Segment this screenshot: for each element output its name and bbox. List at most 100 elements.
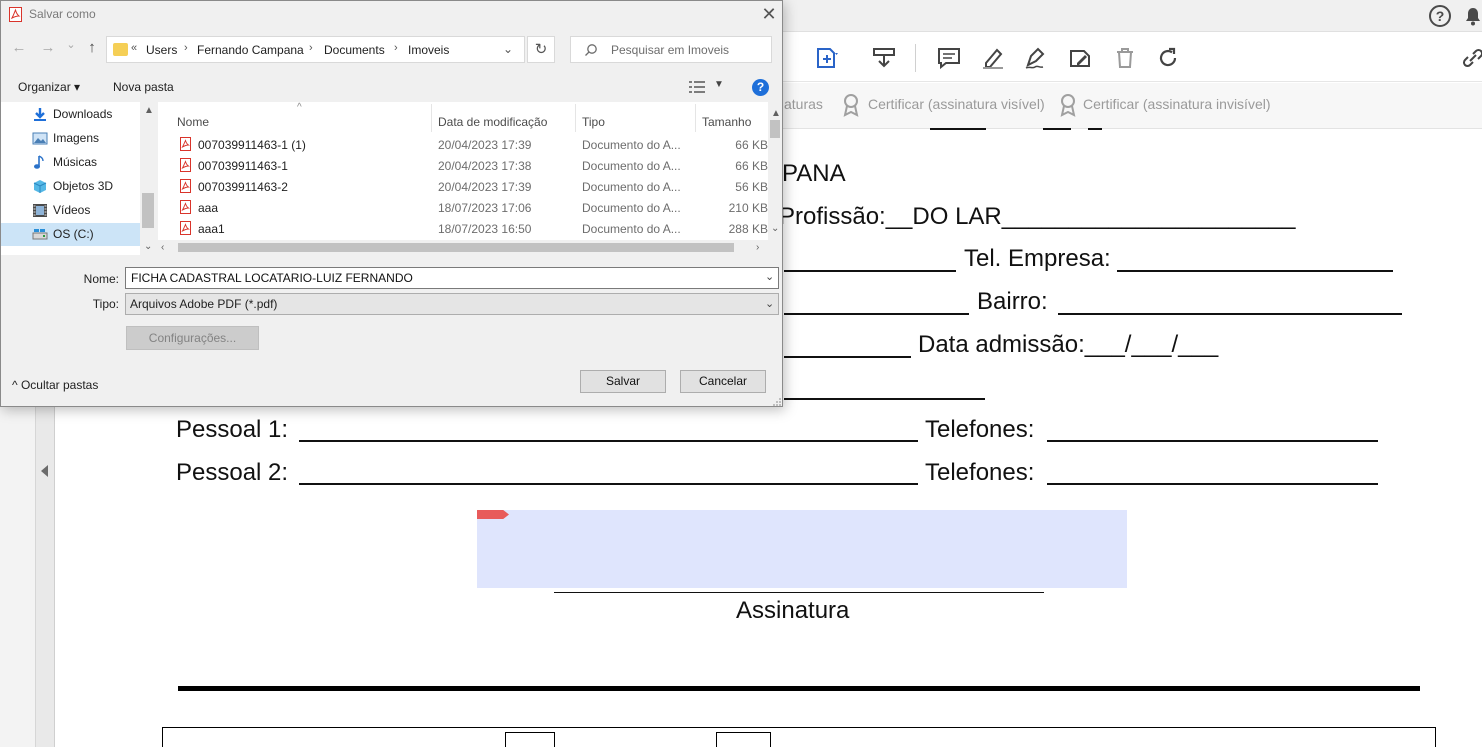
nav-item-videos[interactable]: Vídeos — [1, 199, 141, 222]
signature-field[interactable] — [477, 510, 1127, 588]
column-divider[interactable] — [695, 104, 696, 132]
help-icon[interactable]: ? — [1429, 5, 1451, 27]
doc-underline — [1088, 128, 1102, 130]
doc-text-assinatura: Assinatura — [736, 597, 850, 624]
file-type: Documento do A... — [582, 180, 681, 194]
resize-grip-icon[interactable] — [772, 397, 782, 406]
signature-tag-icon — [477, 510, 509, 519]
file-list-hscroll-thumb[interactable] — [178, 243, 734, 252]
images-icon — [32, 132, 48, 145]
file-row[interactable]: 007039911463-2 20/04/2023 17:39 Document… — [158, 176, 768, 197]
sign-pen-icon[interactable] — [1023, 45, 1049, 71]
view-options-icon[interactable] — [689, 81, 705, 93]
file-row[interactable]: 007039911463-1 (1) 20/04/2023 17:39 Docu… — [158, 134, 768, 155]
trash-icon[interactable] — [1112, 45, 1138, 71]
breadcrumb-user[interactable]: Fernando Campana — [197, 43, 304, 57]
scroll-left-icon[interactable]: ‹ — [161, 242, 164, 253]
hide-folders-toggle[interactable]: ^ Ocultar pastas — [12, 378, 98, 392]
file-size: 56 KB — [735, 180, 768, 194]
music-icon — [34, 155, 44, 169]
scroll-down-icon[interactable]: ⌄ — [144, 241, 152, 252]
doc-underline — [1058, 313, 1402, 315]
column-divider[interactable] — [575, 104, 576, 132]
column-header-modified[interactable]: Data de modificação — [438, 115, 547, 129]
address-bar[interactable]: « Users › Fernando Campana › Documents ›… — [106, 36, 525, 63]
nav-item-images[interactable]: Imagens — [1, 127, 141, 150]
address-overflow[interactable]: « — [131, 42, 137, 54]
scroll-down-icon[interactable]: ⌄ — [771, 223, 779, 234]
certify-invisible-button[interactable]: Certificar (assinatura invisível) — [1083, 96, 1271, 112]
close-icon[interactable]: ✕ — [757, 3, 781, 25]
breadcrumb-documents[interactable]: Documents — [324, 43, 385, 57]
form-field-icon[interactable] — [814, 45, 840, 71]
doc-text-pana: PANA — [782, 160, 846, 187]
file-row[interactable]: 007039911463-1 20/04/2023 17:38 Document… — [158, 155, 768, 176]
cancel-button[interactable]: Cancelar — [680, 370, 766, 393]
collapse-panel-icon[interactable] — [41, 465, 48, 477]
settings-button[interactable]: Configurações... — [126, 326, 259, 350]
column-header-name[interactable]: Nome — [177, 115, 209, 129]
download-tray-icon[interactable] — [871, 45, 897, 71]
edit-stamp-icon[interactable] — [1067, 45, 1093, 71]
doc-text-telefones2: Telefones: — [925, 459, 1035, 486]
doc-underline — [930, 128, 986, 130]
back-button[interactable]: ← — [9, 39, 29, 56]
file-row[interactable]: aaa1 18/07/2023 16:50 Documento do A... … — [158, 218, 768, 239]
address-dropdown-icon[interactable]: ⌄ — [503, 42, 513, 56]
help-button[interactable]: ? — [752, 79, 769, 96]
file-type: Documento do A... — [582, 159, 681, 173]
doc-text-pessoal1: Pessoal 1: — [176, 416, 289, 443]
column-divider[interactable] — [431, 104, 432, 132]
nav-item-music[interactable]: Músicas — [1, 151, 141, 174]
file-type-select[interactable]: Arquivos Adobe PDF (*.pdf) ⌄ — [125, 293, 779, 315]
breadcrumb-imoveis[interactable]: Imoveis — [408, 43, 449, 57]
column-header-size[interactable]: Tamanho — [702, 115, 751, 129]
nav-item-label: Imagens — [53, 131, 100, 145]
doc-text-pessoal2: Pessoal 2: — [176, 459, 289, 486]
recent-locations-button[interactable]: ⌄ — [61, 38, 81, 51]
scroll-up-icon[interactable]: ▲ — [144, 105, 154, 116]
file-name-input[interactable] — [125, 267, 779, 289]
signature-line — [554, 592, 1044, 593]
comment-icon[interactable] — [936, 45, 962, 71]
type-label: Tipo: — [92, 297, 119, 311]
nav-pane-scrollbar[interactable] — [140, 102, 156, 255]
nav-item-os-c[interactable]: OS (C:) — [1, 223, 141, 246]
dialog-title: Salvar como — [29, 7, 96, 21]
highlight-pen-icon[interactable] — [980, 45, 1006, 71]
file-type: Documento do A... — [582, 222, 681, 236]
scroll-right-icon[interactable]: › — [756, 242, 759, 253]
doc-table-checkbox — [716, 732, 771, 747]
scroll-up-icon[interactable]: ▲ — [771, 108, 781, 119]
redo-icon[interactable] — [1155, 45, 1181, 71]
name-dropdown-icon[interactable]: ⌄ — [765, 270, 774, 283]
nav-item-3d-objects[interactable]: Objetos 3D — [1, 175, 141, 198]
new-folder-button[interactable]: Nova pasta — [113, 80, 174, 94]
nav-pane-scroll-thumb[interactable] — [142, 193, 154, 228]
file-list-vscroll-thumb[interactable] — [770, 120, 780, 138]
certify-visible-button[interactable]: Certificar (assinatura visível) — [868, 96, 1045, 112]
signatures-partial-label[interactable]: aturas — [784, 96, 823, 112]
file-name: aaa1 — [198, 222, 225, 236]
search-input[interactable]: Pesquisar em Imoveis — [570, 36, 772, 63]
toolbar-separator — [915, 44, 916, 72]
doc-table — [162, 727, 1436, 747]
save-button[interactable]: Salvar — [580, 370, 666, 393]
column-header-type[interactable]: Tipo — [582, 115, 605, 129]
doc-text-profissao: Profissão:__DO LAR______________________ — [779, 203, 1296, 230]
link-icon[interactable] — [1460, 45, 1482, 71]
doc-text-tel-empresa: Tel. Empresa: — [964, 245, 1111, 272]
nav-item-label: Vídeos — [53, 203, 91, 217]
refresh-button[interactable]: ↻ — [527, 36, 555, 63]
file-name: aaa — [198, 201, 219, 215]
breadcrumb-users[interactable]: Users — [146, 43, 177, 57]
nav-item-downloads[interactable]: Downloads — [1, 103, 141, 126]
bell-icon[interactable] — [1464, 6, 1482, 26]
organize-button[interactable]: Organizar ▾ — [18, 80, 80, 94]
file-name: 007039911463-1 — [198, 159, 288, 173]
view-dropdown-icon[interactable]: ▼ — [714, 79, 724, 90]
forward-button[interactable]: → — [38, 39, 58, 56]
file-row[interactable]: aaa 18/07/2023 17:06 Documento do A... 2… — [158, 197, 768, 218]
up-folder-button[interactable]: ↑ — [82, 39, 102, 56]
nav-item-label: Objetos 3D — [53, 179, 114, 193]
